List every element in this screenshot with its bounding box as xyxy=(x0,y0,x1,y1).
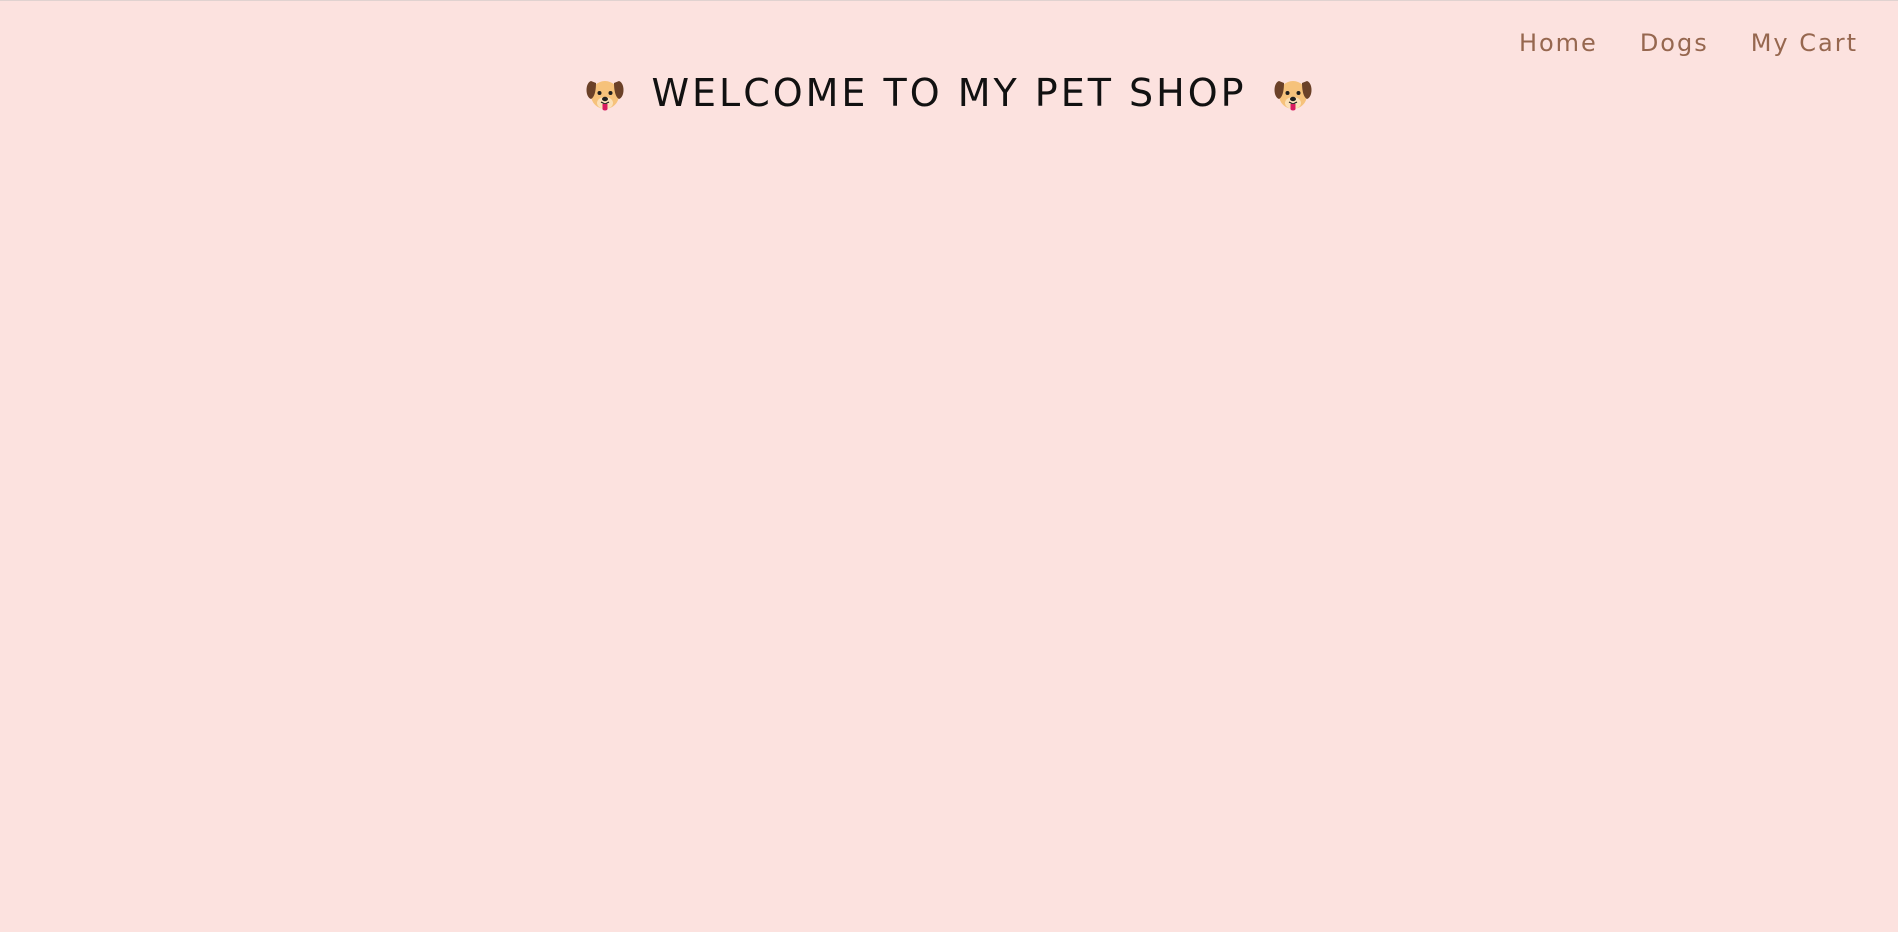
dog-face-icon xyxy=(586,81,624,111)
page-title: WELCOME TO MY PET SHOP xyxy=(651,71,1247,115)
nav-link-dogs[interactable]: Dogs xyxy=(1640,25,1709,61)
page-header: WELCOME TO MY PET SHOP xyxy=(0,65,1898,121)
nav-link-my-cart[interactable]: My Cart xyxy=(1751,25,1858,61)
dog-face-icon xyxy=(1274,81,1312,111)
nav-link-home[interactable]: Home xyxy=(1519,25,1598,61)
top-nav: Home Dogs My Cart xyxy=(1519,25,1858,61)
